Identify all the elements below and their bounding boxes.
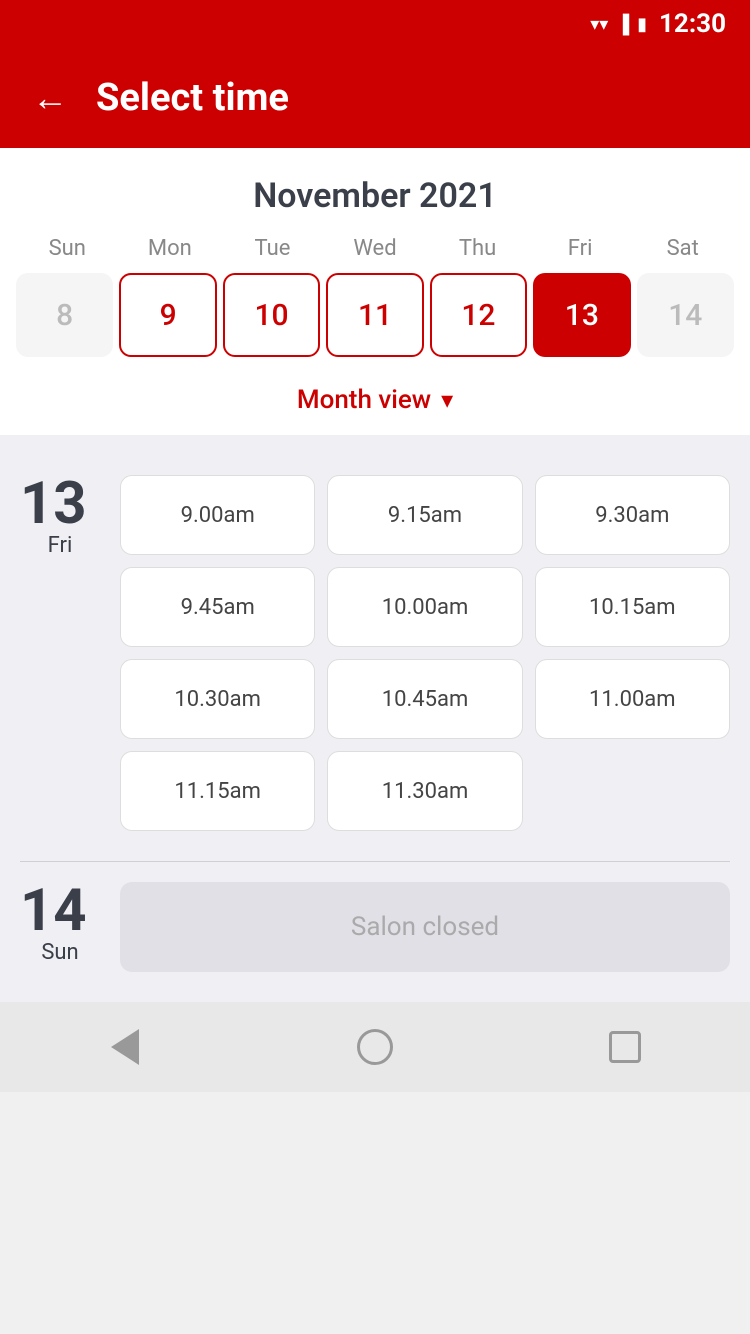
app-header: ← Select time: [0, 48, 750, 148]
chevron-down-icon: ▾: [441, 386, 453, 414]
day-header-wed: Wed: [324, 236, 427, 261]
month-view-toggle[interactable]: Month view ▾: [16, 373, 734, 435]
day-header-thu: Thu: [426, 236, 529, 261]
date-cell-8[interactable]: 8: [16, 273, 113, 357]
date-cell-12[interactable]: 12: [430, 273, 527, 357]
day-13-label: 13 Fri: [20, 475, 100, 831]
month-view-label: Month view: [297, 385, 431, 415]
day-header-sun: Sun: [16, 236, 119, 261]
nav-recents-button[interactable]: [595, 1017, 655, 1077]
signal-icon: ▐: [616, 14, 629, 35]
slot-1045am[interactable]: 10.45am: [327, 659, 522, 739]
slot-1100am[interactable]: 11.00am: [535, 659, 730, 739]
slot-945am[interactable]: 9.45am: [120, 567, 315, 647]
day-13-number: 13: [20, 475, 100, 533]
nav-back-icon: [111, 1029, 139, 1065]
day-header-tue: Tue: [221, 236, 324, 261]
day-header-sat: Sat: [631, 236, 734, 261]
slot-1115am[interactable]: 11.15am: [120, 751, 315, 831]
date-cell-14[interactable]: 14: [637, 273, 734, 357]
battery-icon: ▮: [637, 14, 647, 35]
nav-home-button[interactable]: [345, 1017, 405, 1077]
slot-1000am[interactable]: 10.00am: [327, 567, 522, 647]
slot-1015am[interactable]: 10.15am: [535, 567, 730, 647]
month-year-label: November 2021: [16, 176, 734, 216]
slot-930am[interactable]: 9.30am: [535, 475, 730, 555]
salon-closed-label: Salon closed: [120, 882, 730, 972]
day-header-fri: Fri: [529, 236, 632, 261]
nav-back-button[interactable]: [95, 1017, 155, 1077]
status-time: 12:30: [659, 9, 726, 39]
date-cell-11[interactable]: 11: [326, 273, 423, 357]
date-cell-9[interactable]: 9: [119, 273, 216, 357]
nav-home-icon: [357, 1029, 393, 1065]
day-14-number: 14: [20, 882, 100, 940]
slot-900am[interactable]: 9.00am: [120, 475, 315, 555]
day-14-label: 14 Sun: [20, 882, 100, 972]
nav-bar: [0, 1002, 750, 1092]
day-14-block: 14 Sun Salon closed: [20, 862, 730, 1002]
day-13-block: 13 Fri 9.00am 9.15am 9.30am 9.45am 10.00…: [20, 455, 730, 861]
day-header-mon: Mon: [119, 236, 222, 261]
wifi-icon: ▾▾: [590, 14, 608, 35]
day-headers: Sun Mon Tue Wed Thu Fri Sat: [16, 236, 734, 261]
nav-recents-icon: [609, 1031, 641, 1063]
page-title: Select time: [96, 76, 289, 120]
day-13-time-grid: 9.00am 9.15am 9.30am 9.45am 10.00am 10.1…: [120, 475, 730, 831]
calendar-section: November 2021 Sun Mon Tue Wed Thu Fri Sa…: [0, 148, 750, 435]
slot-915am[interactable]: 9.15am: [327, 475, 522, 555]
slot-1030am[interactable]: 10.30am: [120, 659, 315, 739]
back-button[interactable]: ←: [32, 77, 68, 119]
date-cell-13[interactable]: 13: [533, 273, 630, 357]
status-bar: ▾▾ ▐ ▮ 12:30: [0, 0, 750, 48]
date-cell-10[interactable]: 10: [223, 273, 320, 357]
slots-section: 13 Fri 9.00am 9.15am 9.30am 9.45am 10.00…: [0, 435, 750, 1002]
date-row: 8 9 10 11 12 13 14: [16, 273, 734, 357]
status-icons: ▾▾ ▐ ▮: [590, 14, 647, 35]
slot-1130am[interactable]: 11.30am: [327, 751, 522, 831]
